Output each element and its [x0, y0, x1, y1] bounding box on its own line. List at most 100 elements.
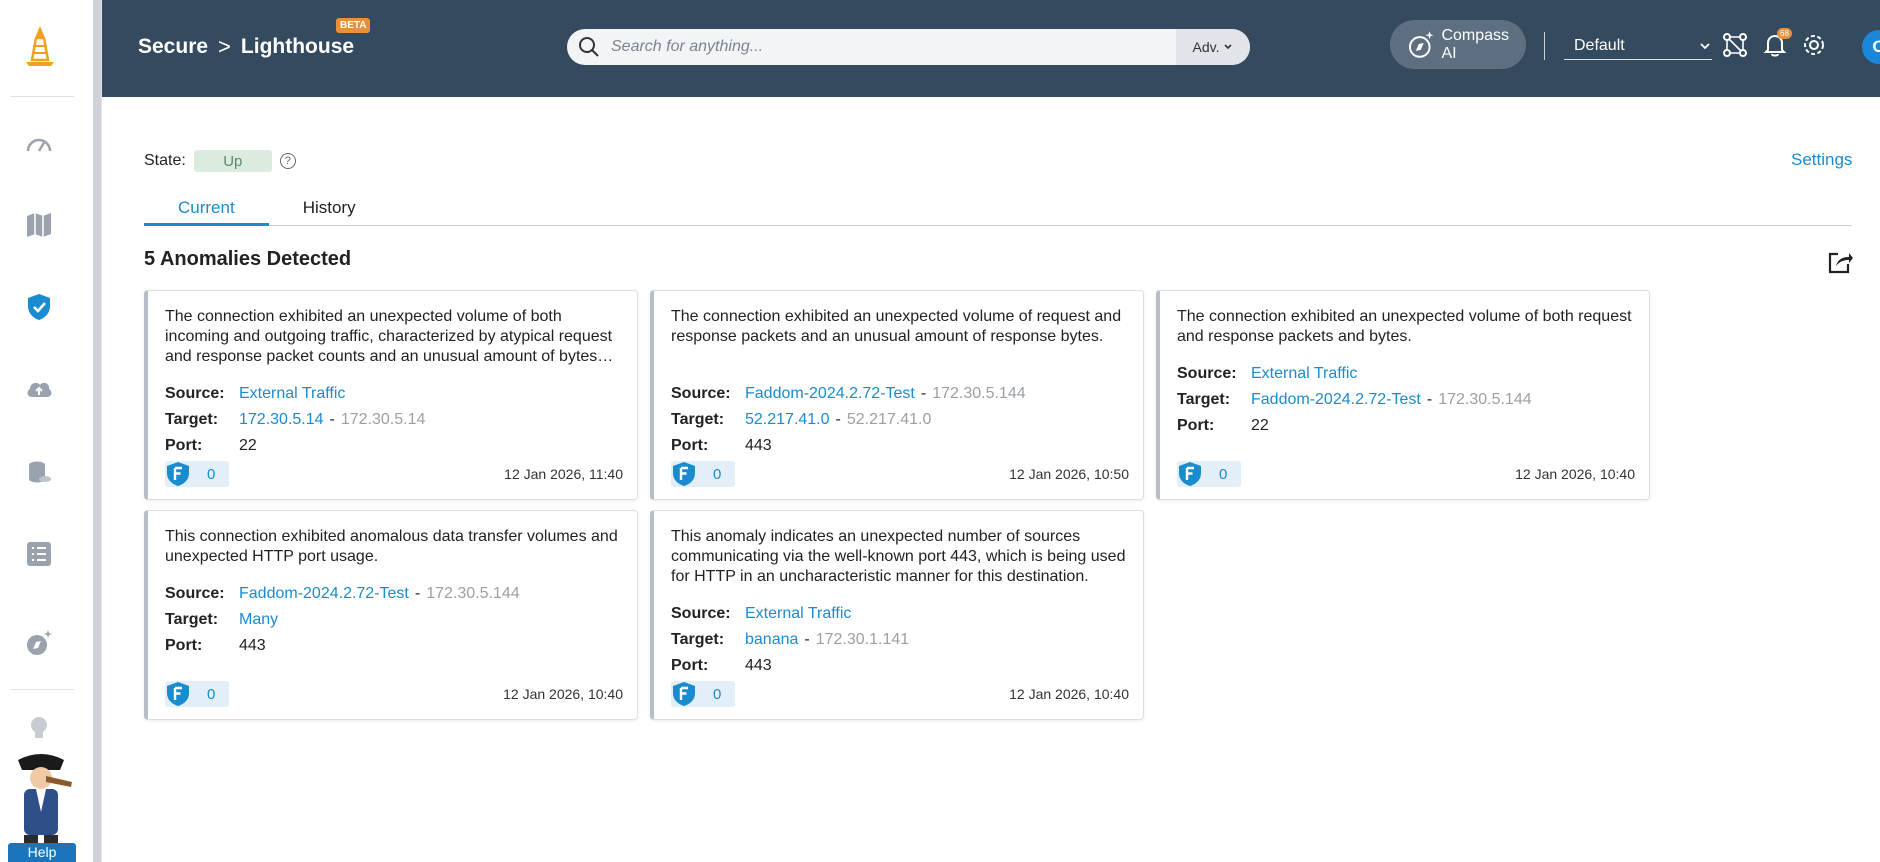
notifications-button[interactable]: 68 [1760, 28, 1792, 60]
sidebar-scrollbar[interactable] [93, 0, 101, 862]
settings-button[interactable] [1799, 30, 1829, 60]
card-footer: 0 12 Jan 2026, 11:40 [165, 461, 623, 487]
findings-badge[interactable]: 0 [671, 681, 736, 707]
port-value: 443 [745, 657, 772, 674]
help-button[interactable]: Help [8, 843, 76, 862]
source-link[interactable]: External Traffic [1251, 365, 1357, 383]
port-label: Port: [1177, 417, 1215, 434]
anomaly-description: This anomaly indicates an unexpected num… [671, 528, 1126, 585]
port-label: Port: [671, 657, 709, 674]
help-mascot-icon[interactable] [6, 752, 76, 850]
port-value: 443 [745, 437, 772, 454]
anomaly-card[interactable]: The connection exhibited an unexpected v… [1156, 290, 1650, 500]
header-divider [1544, 32, 1545, 60]
cloud-upload-icon [27, 382, 52, 397]
list-icon [27, 542, 51, 566]
source-label: Source: [165, 585, 225, 602]
settings-link[interactable]: Settings [1791, 150, 1852, 170]
export-icon[interactable] [1826, 248, 1854, 276]
target-label: Target: [165, 411, 219, 428]
findings-count: 0 [207, 465, 216, 483]
target-label: Target: [671, 631, 725, 648]
port-row: Port: 22 [1177, 417, 1269, 435]
sidebar-item-ideas[interactable] [22, 711, 56, 745]
target-ip: 52.217.41.0 [846, 411, 932, 428]
chevron-down-icon [1700, 42, 1710, 49]
source-label: Source: [671, 605, 731, 622]
view-select-value: Default [1574, 36, 1625, 54]
target-row: Target: 172.30.5.14 -172.30.5.14 [165, 411, 425, 429]
sidebar-item-dashboard[interactable] [22, 127, 56, 161]
search-icon [567, 29, 611, 65]
top-header: Secure > Lighthouse BETA Adv. Compass AI… [102, 0, 1880, 97]
anomaly-description: This connection exhibited anomalous data… [165, 528, 618, 565]
card-footer: 0 12 Jan 2026, 10:40 [671, 681, 1129, 707]
target-link[interactable]: Faddom-2024.2.72-Test [1251, 391, 1421, 409]
source-label: Source: [671, 385, 731, 402]
anomaly-card[interactable]: The connection exhibited an unexpected v… [144, 290, 638, 500]
lighthouse-logo-icon[interactable] [22, 24, 58, 68]
port-label: Port: [671, 437, 709, 454]
anomaly-card[interactable]: This anomaly indicates an unexpected num… [650, 510, 1144, 720]
source-link[interactable]: Faddom-2024.2.72-Test [239, 585, 409, 603]
tab-current[interactable]: Current [144, 190, 269, 226]
gear-icon [1804, 35, 1824, 55]
sidebar-item-map[interactable] [22, 208, 56, 242]
port-label: Port: [165, 437, 203, 454]
breadcrumb-lighthouse: Lighthouse [240, 35, 355, 58]
target-link[interactable]: Many [239, 611, 278, 629]
target-row: Target: 52.217.41.0 -52.217.41.0 [671, 411, 931, 429]
compass-ai-label: Compass AI [1441, 26, 1510, 62]
target-link[interactable]: banana [745, 631, 798, 649]
sidebar: Help [0, 0, 102, 862]
dash-separator: - [804, 631, 810, 648]
port-value: 443 [239, 637, 266, 654]
findings-badge[interactable]: 0 [671, 461, 736, 487]
user-avatar[interactable]: O [1862, 30, 1880, 64]
findings-badge[interactable]: 0 [165, 461, 230, 487]
anomaly-description: The connection exhibited an unexpected v… [671, 308, 1122, 345]
dash-separator: - [414, 585, 421, 602]
target-link[interactable]: 52.217.41.0 [745, 411, 830, 429]
source-link[interactable]: External Traffic [745, 605, 851, 623]
dash-separator: - [1426, 391, 1433, 408]
sidebar-divider [10, 96, 74, 97]
anomaly-timestamp: 12 Jan 2026, 11:40 [504, 466, 623, 482]
search-input[interactable] [611, 38, 1176, 56]
topology-button[interactable] [1720, 30, 1750, 60]
view-select[interactable]: Default [1564, 32, 1712, 60]
sidebar-item-cloud[interactable] [22, 372, 56, 406]
source-link[interactable]: Faddom-2024.2.72-Test [745, 385, 915, 403]
state-label: State: [144, 152, 186, 169]
sidebar-item-compass[interactable] [22, 626, 56, 660]
findings-count: 0 [1219, 465, 1228, 483]
page-title: 5 Anomalies Detected [144, 248, 352, 270]
card-footer: 0 12 Jan 2026, 10:40 [165, 681, 623, 707]
anomaly-timestamp: 12 Jan 2026, 10:40 [1009, 686, 1129, 702]
target-link[interactable]: 172.30.5.14 [239, 411, 324, 429]
help-circle-icon[interactable]: ? [279, 153, 296, 169]
network-icon [1723, 33, 1747, 57]
source-link[interactable]: External Traffic [239, 385, 345, 403]
anomaly-card[interactable]: This connection exhibited anomalous data… [144, 510, 638, 720]
breadcrumb-secure[interactable]: Secure [138, 35, 208, 59]
findings-badge[interactable]: 0 [165, 681, 230, 707]
port-value: 22 [1251, 417, 1269, 434]
sidebar-item-cost[interactable] [22, 455, 56, 489]
target-label: Target: [671, 411, 725, 428]
anomaly-timestamp: 12 Jan 2026, 10:40 [503, 686, 623, 702]
target-label: Target: [1177, 391, 1231, 408]
advanced-search-button[interactable]: Adv. [1176, 29, 1250, 65]
state-row: State: Up ? [144, 150, 296, 172]
anomaly-description: The connection exhibited an unexpected v… [165, 308, 613, 365]
compass-ai-button[interactable]: Compass AI [1390, 20, 1526, 69]
tab-history[interactable]: History [269, 190, 390, 226]
sidebar-item-secure[interactable] [22, 290, 56, 324]
card-footer: 0 12 Jan 2026, 10:40 [1177, 461, 1635, 487]
anomaly-card[interactable]: The connection exhibited an unexpected v… [650, 290, 1144, 500]
card-footer: 0 12 Jan 2026, 10:50 [671, 461, 1129, 487]
findings-badge[interactable]: 0 [1177, 461, 1242, 487]
sidebar-item-list[interactable] [22, 537, 56, 571]
findings-count: 0 [713, 465, 722, 483]
compass-sparkle-icon [27, 630, 52, 655]
